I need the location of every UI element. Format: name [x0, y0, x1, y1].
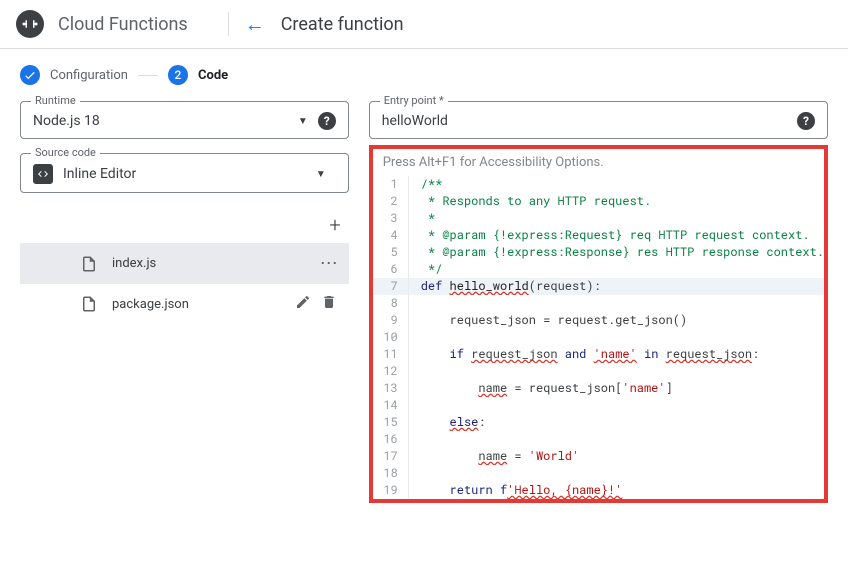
page-title: Create function: [281, 14, 404, 35]
entry-label: Entry point *: [380, 94, 448, 107]
help-icon[interactable]: ?: [318, 112, 336, 130]
step-2-label: Code: [198, 68, 228, 83]
code-editor[interactable]: Press Alt+F1 for Accessibility Options. …: [369, 145, 828, 503]
step-2-number: 2: [168, 65, 188, 85]
accessibility-hint: Press Alt+F1 for Accessibility Options.: [373, 149, 824, 176]
file-name: package.json: [112, 297, 295, 312]
divider: [228, 12, 229, 36]
source-code-select[interactable]: Source code Inline Editor ▼: [20, 153, 349, 193]
code-icon: [33, 164, 53, 184]
chevron-down-icon: ▼: [298, 116, 308, 127]
source-value: Inline Editor: [63, 166, 316, 182]
step-complete-icon[interactable]: [20, 65, 40, 85]
header-bar: Cloud Functions ← Create function: [0, 0, 848, 49]
runtime-value: Node.js 18: [33, 113, 298, 129]
cloud-functions-logo-icon: [16, 10, 44, 38]
chevron-down-icon: ▼: [316, 169, 326, 180]
more-icon[interactable]: ⋯: [320, 253, 337, 274]
editor-body[interactable]: 1/** 2 * Responds to any HTTP request. 3…: [373, 176, 824, 499]
file-list: index.js ⋯ package.json: [20, 243, 349, 324]
product-name: Cloud Functions: [58, 14, 188, 35]
help-icon[interactable]: ?: [797, 112, 815, 130]
edit-icon[interactable]: [295, 294, 311, 314]
source-label: Source code: [31, 146, 100, 159]
step-connector: [138, 75, 158, 76]
add-file-icon[interactable]: +: [329, 213, 340, 237]
file-icon: [80, 255, 98, 273]
file-row-index[interactable]: index.js ⋯: [20, 243, 349, 284]
entry-value: helloWorld: [382, 113, 797, 129]
file-name: index.js: [112, 256, 320, 271]
runtime-label: Runtime: [31, 94, 80, 107]
runtime-select[interactable]: Runtime Node.js 18 ▼ ?: [20, 101, 349, 139]
step-1-label[interactable]: Configuration: [50, 68, 128, 83]
entry-point-input[interactable]: Entry point * helloWorld ?: [369, 101, 828, 139]
back-arrow-icon[interactable]: ←: [245, 12, 265, 37]
file-icon: [80, 295, 98, 313]
delete-icon[interactable]: [321, 294, 337, 314]
file-row-package[interactable]: package.json: [20, 284, 349, 324]
